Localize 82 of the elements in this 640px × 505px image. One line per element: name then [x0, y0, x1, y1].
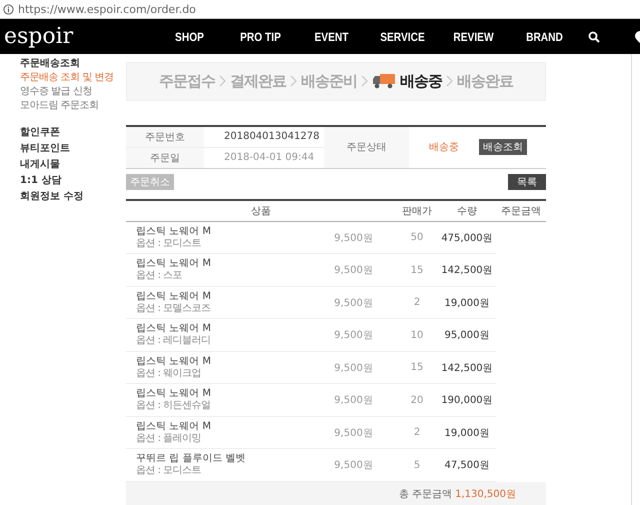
step-label: 배송준비 — [301, 72, 357, 91]
field-label: 주문상태 — [324, 126, 409, 168]
step-label: 배송중 — [400, 72, 442, 91]
quantity-cell-text: 15 — [410, 362, 424, 374]
pin-icon[interactable] — [635, 31, 640, 43]
quantity-cell-text: 50 — [410, 232, 424, 244]
amount-cell-text: 19,000원 — [444, 426, 490, 440]
price-cell-text: 9,500원 — [333, 232, 374, 245]
column-header: 판매가 — [401, 204, 433, 218]
price-cell-text: 9,500원 — [333, 362, 374, 375]
amount-cell-text: 95,000원 — [444, 329, 490, 342]
column-header: 수량 — [456, 204, 478, 218]
product-option: 옵션 : 모디스트 — [136, 465, 311, 478]
quantity-cell-text: 10 — [410, 330, 424, 341]
total-label: 총 주문금액 — [398, 488, 452, 501]
sidebar-link[interactable]: 회원정보 수정 — [20, 190, 84, 204]
chevron-icon — [446, 75, 453, 88]
search-icon[interactable] — [588, 30, 600, 42]
sidebar-link[interactable]: 1:1 상담 — [20, 174, 62, 188]
product-name: 립스틱 노웨어 M — [136, 388, 212, 400]
info-icon[interactable] — [3, 4, 14, 14]
chevron-icon — [290, 75, 297, 88]
chevron-icon — [361, 75, 368, 88]
price-cell-text: 9,500원 — [333, 329, 374, 342]
product-name: 립스틱 노웨어 M — [136, 356, 212, 368]
brand-logo[interactable]: espoir — [4, 24, 154, 49]
product-option: 옵션 : 히든센슈얼 — [136, 400, 311, 412]
product-option: 옵션 : 플레이밍 — [136, 432, 311, 445]
product-name: 립스틱 노웨어 M — [136, 420, 212, 433]
quantity-cell-text: 2 — [412, 427, 422, 438]
total-amount: 1,130,500원 — [455, 488, 516, 501]
product-name: 립스틱 노웨어 M — [136, 323, 212, 336]
truck-icon — [372, 73, 396, 90]
nav-item[interactable]: SHOP — [159, 30, 220, 44]
field-label: 주문일 — [126, 148, 204, 168]
sidebar-link[interactable]: 뷰티포인트 — [20, 142, 70, 156]
nav-item[interactable]: REVIEW — [443, 30, 504, 44]
sidebar-item[interactable]: 영수증 발급 신청 — [20, 86, 92, 98]
amount-cell-text: 475,000원 — [440, 232, 494, 245]
sidebar-link[interactable]: 할인쿠폰 — [20, 126, 60, 140]
field-label: 주문번호 — [126, 126, 204, 148]
nav-item[interactable]: EVENT — [301, 30, 362, 44]
product-name: 립스틱 노웨어 M — [136, 226, 212, 238]
nav-item[interactable]: BRAND — [514, 30, 575, 44]
product-name: 립스틱 노웨어 M — [136, 290, 212, 303]
amount-cell-text: 19,000원 — [444, 296, 490, 310]
price-cell-text: 9,500원 — [333, 264, 374, 278]
product-option: 옵션 : 모디스트 — [136, 238, 311, 250]
order-status: 배송중 — [428, 141, 460, 156]
amount-cell-text: 47,500원 — [444, 459, 490, 472]
column-header: 주문금액 — [500, 204, 542, 218]
price-cell-text: 9,500원 — [333, 459, 374, 472]
quantity-cell-text: 20 — [410, 394, 424, 406]
column-header: 상품 — [250, 204, 272, 218]
product-option: 옵션 : 스포 — [136, 270, 311, 282]
quantity-cell-text: 15 — [410, 264, 424, 276]
url-text[interactable]: https://www.espoir.com/order.do — [18, 2, 196, 16]
step-label: 결제완료 — [230, 72, 286, 91]
sidebar-item[interactable]: 모아드림 주문조회 — [20, 100, 99, 112]
quantity-cell-text: 2 — [412, 297, 422, 308]
order-date: 2018-04-01 09:44 — [223, 151, 316, 166]
sidebar-heading: 주문배송조회 — [20, 57, 80, 70]
product-option: 옵션 : 레디블러디 — [136, 335, 311, 348]
price-cell-text: 9,500원 — [333, 296, 374, 310]
amount-cell-text: 142,500원 — [440, 264, 494, 278]
track-button[interactable]: 배송조회 — [479, 139, 527, 156]
product-option: 옵션 : 웨이크업 — [136, 368, 311, 380]
amount-cell-text: 190,000원 — [440, 394, 494, 408]
product-name: 꾸뛰르 립 플루이드 벨벳 — [136, 453, 247, 466]
amount-cell-text: 142,500원 — [440, 362, 494, 375]
product-name: 립스틱 노웨어 M — [136, 258, 212, 270]
price-cell-text: 9,500원 — [333, 426, 374, 440]
step-label: 배송완료 — [457, 72, 513, 91]
product-option: 옵션 : 모델스코즈 — [136, 302, 311, 315]
step-label: 주문접수 — [159, 72, 215, 91]
sidebar-link[interactable]: 내게시물 — [20, 158, 60, 172]
price-cell-text: 9,500원 — [333, 394, 374, 408]
chevron-icon — [219, 75, 226, 88]
list-button[interactable]: 목록 — [508, 174, 546, 190]
quantity-cell-text: 5 — [412, 460, 422, 471]
nav-item[interactable]: PRO TIP — [230, 30, 291, 44]
nav-item[interactable]: SERVICE — [372, 30, 433, 44]
